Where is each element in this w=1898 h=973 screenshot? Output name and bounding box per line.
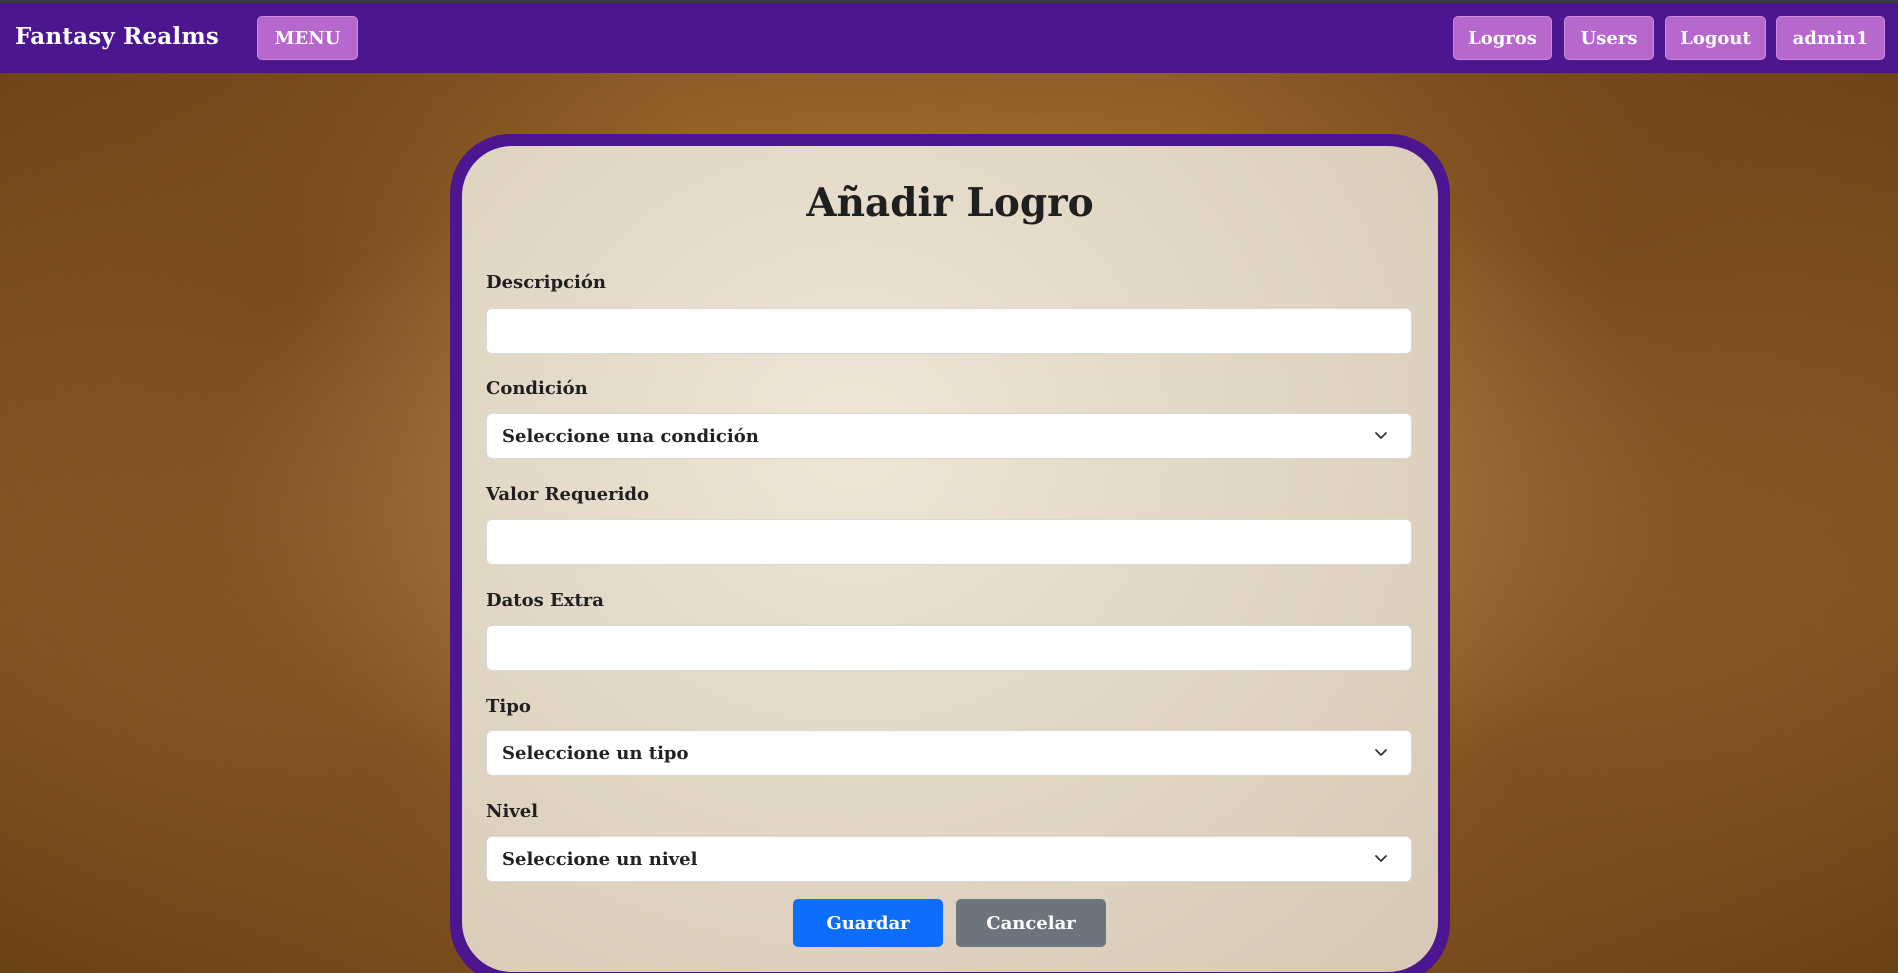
descripcion-label: Descripción <box>486 272 606 293</box>
form-card-body: Añadir Logro Descripción Condición Selec… <box>462 146 1438 972</box>
nivel-selected-value: Seleccione un nivel <box>502 848 698 870</box>
page-title: Añadir Logro <box>806 180 1094 226</box>
condicion-label: Condición <box>486 378 588 399</box>
cancel-button[interactable]: Cancelar <box>956 899 1106 947</box>
tipo-select[interactable]: Seleccione un tipo <box>486 730 1412 776</box>
navbar: Fantasy Realms MENU Logros Users Logout … <box>0 3 1898 73</box>
nav-user-button[interactable]: admin1 <box>1776 16 1885 60</box>
save-button[interactable]: Guardar <box>793 899 943 947</box>
nav-link-logros[interactable]: Logros <box>1453 16 1552 60</box>
brand-logo[interactable]: Fantasy Realms <box>15 23 219 50</box>
valor-requerido-label: Valor Requerido <box>486 484 650 505</box>
tipo-label: Tipo <box>486 696 531 717</box>
form-card: Añadir Logro Descripción Condición Selec… <box>450 134 1450 973</box>
descripcion-input[interactable] <box>486 308 1412 354</box>
nav-link-users[interactable]: Users <box>1564 16 1654 60</box>
nav-link-logout[interactable]: Logout <box>1665 16 1766 60</box>
datos-extra-label: Datos Extra <box>486 590 604 611</box>
nivel-select[interactable]: Seleccione un nivel <box>486 836 1412 882</box>
chevron-down-icon <box>1375 749 1387 756</box>
condicion-selected-value: Seleccione una condición <box>502 425 759 447</box>
nivel-label: Nivel <box>486 801 539 822</box>
datos-extra-input[interactable] <box>486 625 1412 671</box>
tipo-selected-value: Seleccione un tipo <box>502 742 689 764</box>
chevron-down-icon <box>1375 432 1387 439</box>
valor-requerido-input[interactable] <box>486 519 1412 565</box>
condicion-select[interactable]: Seleccione una condición <box>486 413 1412 459</box>
menu-button[interactable]: MENU <box>257 16 358 60</box>
chevron-down-icon <box>1375 855 1387 862</box>
